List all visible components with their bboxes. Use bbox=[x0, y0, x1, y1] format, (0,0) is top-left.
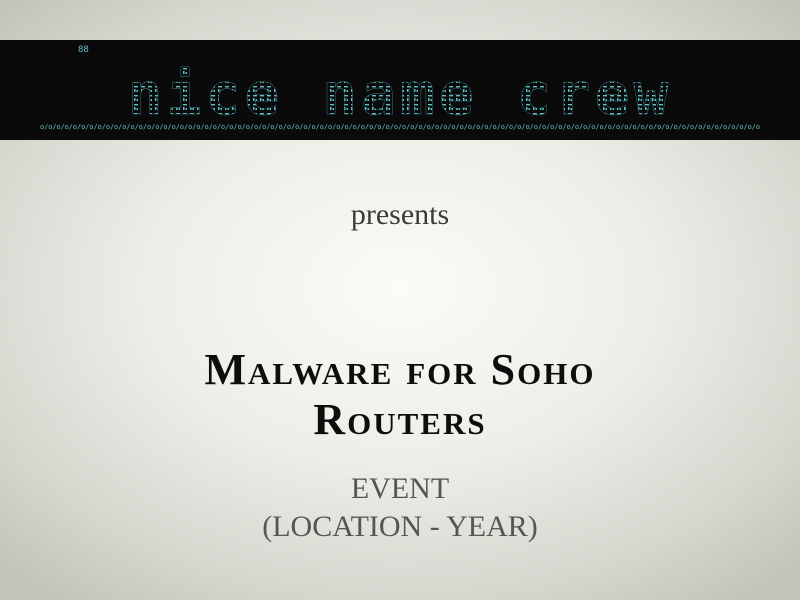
ascii-art-banner: nice name crew 88 o/o/o/o/o/o/o/o/o/o/o/… bbox=[0, 40, 800, 140]
event-name: EVENT bbox=[350, 472, 450, 505]
event-location-year: (LOCATION - YEAR) bbox=[262, 510, 538, 543]
ascii-logo-image: nice name crew 88 o/o/o/o/o/o/o/o/o/o/o/… bbox=[40, 45, 760, 131]
svg-text:88: 88 bbox=[78, 45, 89, 55]
slide-title: Malware for Soho Routers bbox=[0, 345, 800, 445]
presents-text: presents bbox=[350, 198, 450, 231]
svg-text:o/o/o/o/o/o/o/o/o/o/o/o/o/o/o/: o/o/o/o/o/o/o/o/o/o/o/o/o/o/o/o/o/o/o/o/… bbox=[40, 123, 760, 131]
logo-lettering: nice name crew bbox=[128, 60, 673, 128]
event-info: EVENT (LOCATION - YEAR) bbox=[0, 470, 800, 546]
slide-title-line-2: Routers bbox=[313, 395, 487, 444]
slide-title-line-1: Malware for Soho bbox=[204, 345, 596, 394]
